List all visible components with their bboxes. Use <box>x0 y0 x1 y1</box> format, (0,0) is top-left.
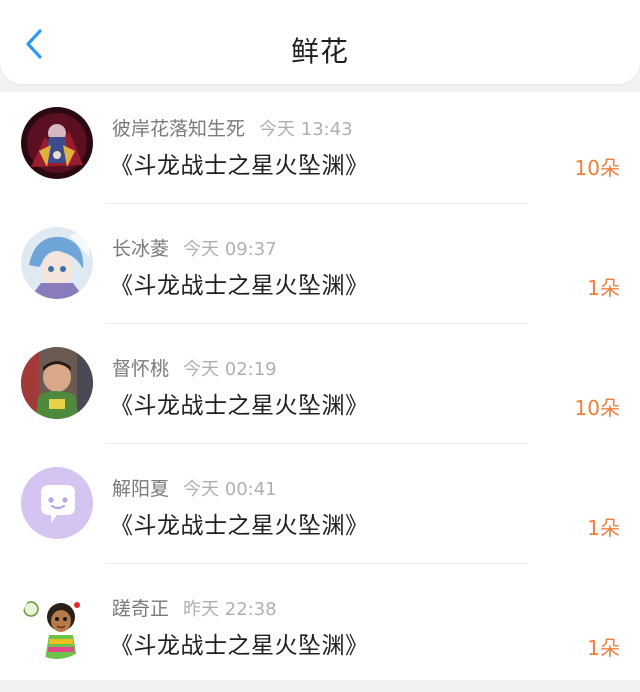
timestamp: 今天 00:41 <box>183 479 277 500</box>
divider <box>106 203 528 204</box>
timestamp: 今天 02:19 <box>183 359 277 380</box>
flower-count: 10朵 <box>574 396 620 420</box>
list-item[interactable]: 解阳夏 今天 00:41 《斗龙战士之星火坠渊》 1朵 <box>0 452 640 572</box>
flower-count: 1朵 <box>587 636 620 660</box>
anime-dark-avatar[interactable] <box>21 107 93 179</box>
book-title[interactable]: 《斗龙战士之星火坠渊》 <box>110 266 369 300</box>
user-name[interactable]: 彼岸花落知生死 <box>112 118 245 140</box>
user-name[interactable]: 长冰菱 <box>112 238 169 260</box>
top-navigation-bar: 鲜花 <box>0 0 640 84</box>
book-title[interactable]: 《斗龙战士之星火坠渊》 <box>110 146 369 180</box>
divider <box>106 563 528 564</box>
child-photo-avatar[interactable] <box>21 347 93 419</box>
flower-count: 1朵 <box>587 276 620 300</box>
cartoon-girl-avatar[interactable] <box>21 587 93 659</box>
flower-count: 10朵 <box>574 156 620 180</box>
book-title[interactable]: 《斗龙战士之星火坠渊》 <box>110 626 369 660</box>
list-item[interactable]: 长冰菱 今天 09:37 《斗龙战士之星火坠渊》 1朵 <box>0 212 640 332</box>
timestamp: 昨天 22:38 <box>183 599 277 620</box>
default-chat-avatar[interactable] <box>21 467 93 539</box>
user-name[interactable]: 解阳夏 <box>112 478 169 500</box>
divider <box>106 443 528 444</box>
list-item[interactable]: 蹉奇正 昨天 22:38 《斗龙战士之星火坠渊》 1朵 <box>0 572 640 692</box>
timestamp: 今天 13:43 <box>259 119 353 140</box>
user-name[interactable]: 蹉奇正 <box>112 598 169 620</box>
list-item[interactable]: 彼岸花落知生死 今天 13:43 《斗龙战士之星火坠渊》 10朵 <box>0 92 640 212</box>
timestamp: 今天 09:37 <box>183 239 277 260</box>
book-title[interactable]: 《斗龙战士之星火坠渊》 <box>110 506 369 540</box>
flower-gift-list: 彼岸花落知生死 今天 13:43 《斗龙战士之星火坠渊》 10朵 长冰菱 今天 09… <box>0 92 640 680</box>
list-item[interactable]: 督怀桃 今天 02:19 《斗龙战士之星火坠渊》 10朵 <box>0 332 640 452</box>
user-name[interactable]: 督怀桃 <box>112 358 169 380</box>
flower-count: 1朵 <box>587 516 620 540</box>
anime-blue-hair-avatar[interactable] <box>21 227 93 299</box>
book-title[interactable]: 《斗龙战士之星火坠渊》 <box>110 386 369 420</box>
divider <box>106 323 528 324</box>
page-title: 鲜花 <box>290 35 349 68</box>
